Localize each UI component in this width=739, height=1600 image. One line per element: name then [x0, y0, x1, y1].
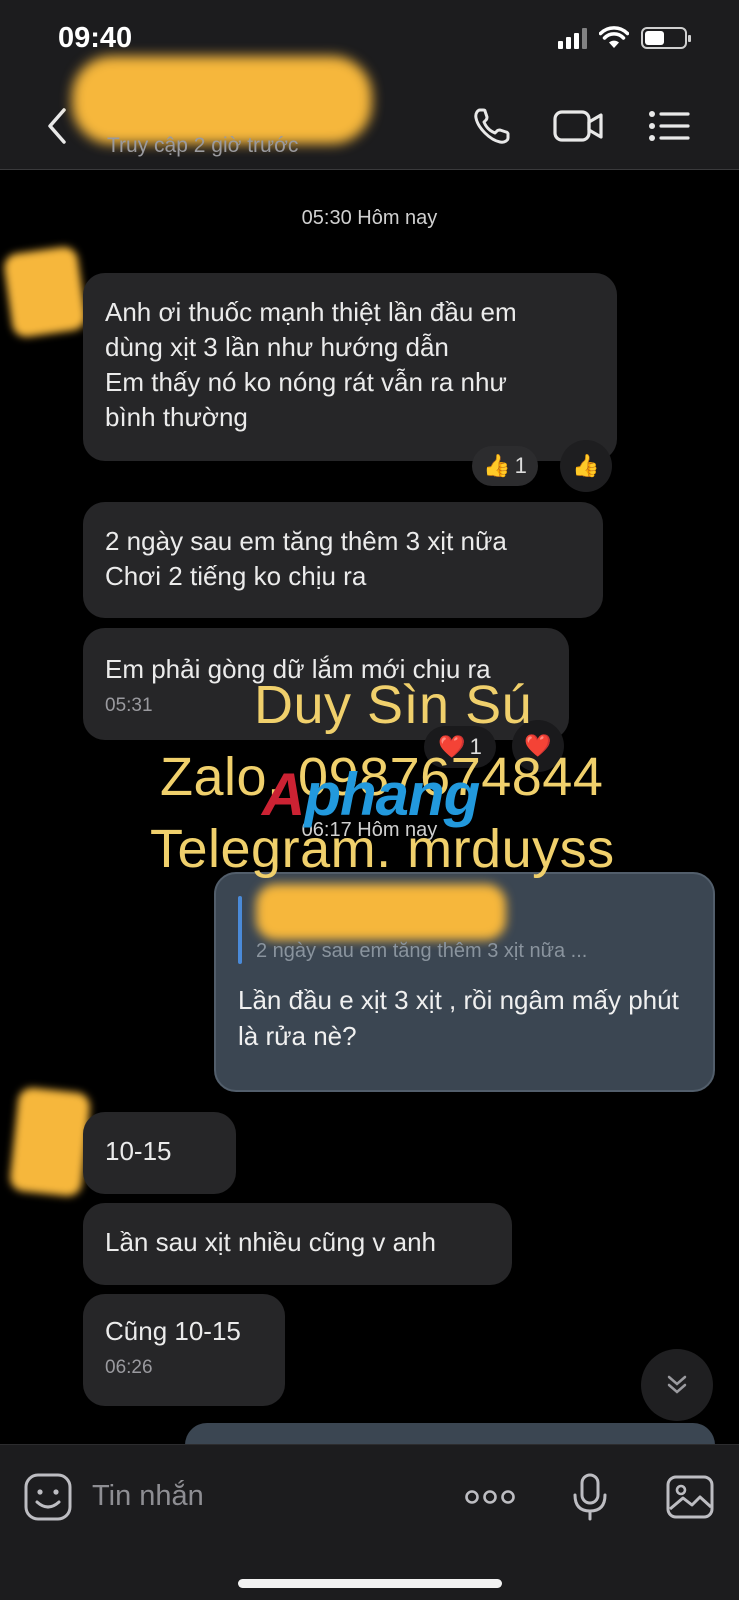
contact-name-redacted[interactable] [72, 56, 372, 144]
message-input-bar [0, 1444, 739, 1600]
message-text: Lần sau xịt nhiều cũng v anh [105, 1227, 437, 1257]
message-text: 10-15 [105, 1136, 172, 1166]
cellular-signal-icon [558, 27, 587, 49]
presence-status: Truy cập 2 giờ trước [107, 134, 299, 157]
message-bubble[interactable]: 2 ngày sau em tăng thêm 3 xịt nữa Chơi 2… [83, 502, 603, 618]
message-line: dùng xịt 3 lần như hướng dẫn [105, 332, 449, 362]
thumbs-up-icon: 👍 [572, 453, 600, 478]
home-indicator [238, 1579, 502, 1588]
message-line: Anh ơi thuốc mạnh thiệt lần đầu em [105, 297, 517, 327]
message-line: 2 ngày sau em tăng thêm 3 xịt nữa [105, 526, 507, 556]
add-reaction-button[interactable]: 👍 [560, 440, 612, 492]
reply-message-bubble[interactable]: 2 ngày sau em tăng thêm 3 xịt nữa ... Lầ… [214, 872, 715, 1092]
quoted-message-snippet[interactable]: 2 ngày sau em tăng thêm 3 xịt nữa ... [256, 940, 587, 963]
message-bubble[interactable]: 10-15 [83, 1112, 236, 1194]
quote-bar [238, 896, 242, 964]
message-text: Cũng 10-15 [105, 1316, 241, 1346]
message-bubble[interactable]: Lần sau xịt nhiều cũng v anh [83, 1203, 512, 1285]
chat-header: Truy cập 2 giờ trước [0, 56, 739, 170]
quoted-sender-redacted [256, 884, 506, 940]
phone-call-icon[interactable] [470, 104, 518, 148]
message-bubble[interactable]: Anh ơi thuốc mạnh thiệt lần đầu em dùng … [83, 273, 617, 461]
message-line: Em thấy nó ko nóng rát vẫn ra như [105, 367, 507, 397]
microphone-icon[interactable] [564, 1471, 616, 1523]
chevron-double-down-icon [667, 1375, 687, 1394]
status-icons [558, 26, 691, 50]
wifi-icon [599, 26, 629, 48]
sticker-emoji-icon[interactable] [22, 1471, 74, 1523]
watermark-telegram: Telegram. mrduyss [150, 819, 615, 879]
message-bubble[interactable]: Cũng 10-15 06:26 [83, 1294, 285, 1406]
back-arrow-icon[interactable] [40, 106, 76, 146]
menu-list-icon[interactable] [646, 104, 694, 148]
more-options-icon[interactable] [462, 1471, 518, 1523]
watermark-name: Duy Sìn Sú [254, 675, 533, 735]
message-input[interactable] [92, 1467, 432, 1525]
message-text: Lần đầu e xịt 3 xịt , rồi ngâm mấy phút … [238, 985, 679, 1051]
scroll-to-bottom-button[interactable] [641, 1349, 713, 1421]
message-time: 06:26 [105, 1357, 153, 1378]
status-time: 09:40 [58, 22, 133, 54]
avatar[interactable] [2, 245, 88, 339]
battery-icon [641, 27, 691, 49]
date-separator: 05:30 Hôm nay [301, 207, 438, 229]
reaction-like-count[interactable]: 👍 1 [472, 446, 538, 486]
thumbs-up-icon: 👍 [483, 453, 511, 478]
avatar[interactable] [8, 1086, 92, 1198]
message-line: bình thường [105, 402, 248, 432]
video-call-icon[interactable] [552, 104, 606, 148]
image-gallery-icon[interactable] [664, 1471, 716, 1523]
message-line: Chơi 2 tiếng ko chịu ra [105, 561, 367, 591]
reaction-count: 1 [514, 453, 527, 478]
